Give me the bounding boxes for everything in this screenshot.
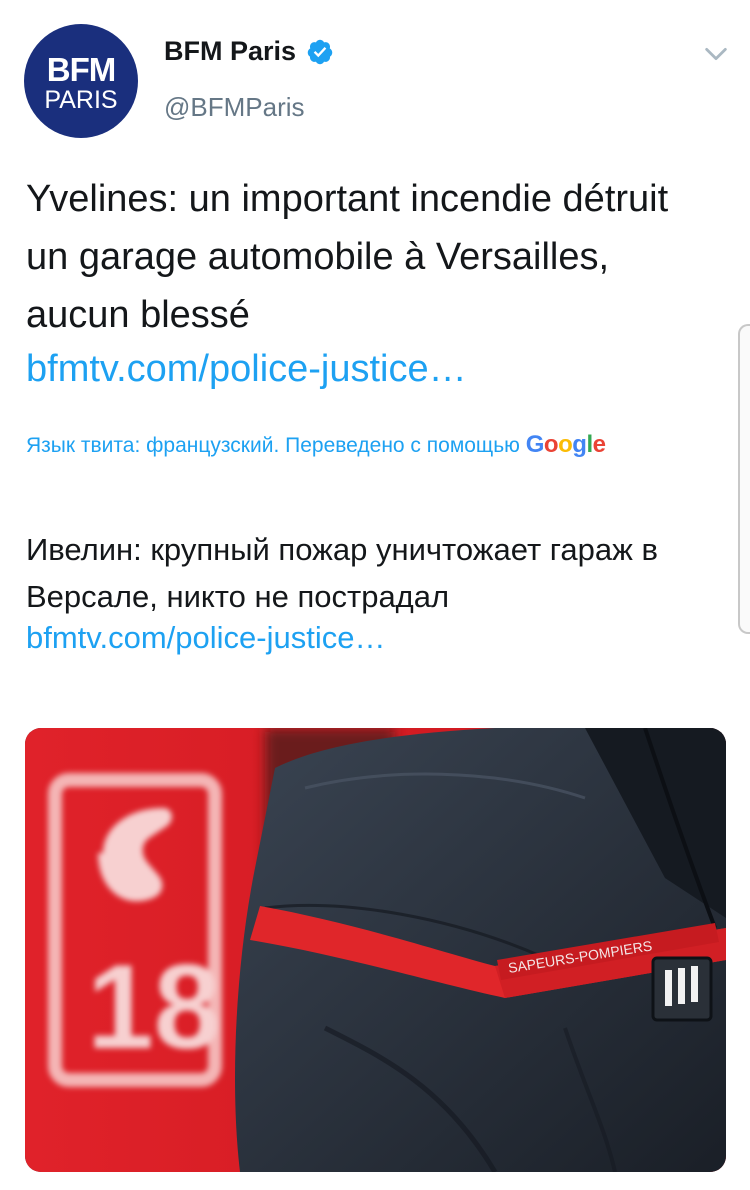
verified-badge-icon [307, 39, 333, 64]
google-logo[interactable]: Google [526, 431, 606, 458]
firefighter-photo: 18 SAPEURS-POMPIERS [25, 728, 726, 1172]
scroll-indicator[interactable] [738, 324, 750, 634]
tweet-media-photo[interactable]: 18 SAPEURS-POMPIERS [25, 728, 726, 1172]
author-name-text: BFM Paris [164, 36, 297, 66]
tweet-card: BFM PARIS BFM Paris @BFMParis Yvelines: … [0, 0, 750, 1190]
translation-attribution: Язык твита: французский. Переведено с по… [26, 424, 666, 467]
translated-tweet-text: Ивелин: крупный пожар уничтожает гараж в… [26, 532, 658, 614]
tweet-link[interactable]: bfmtv.com/police-justice… [26, 344, 467, 394]
rank-patch [651, 956, 713, 1022]
author-handle[interactable]: @BFMParis [164, 92, 305, 123]
avatar-logo-line2: PARIS [44, 86, 118, 114]
avatar[interactable]: BFM PARIS [24, 24, 138, 138]
avatar-logo-line1: BFM [46, 51, 116, 88]
tweet-text: Yvelines: un important incendie détruit … [26, 178, 669, 336]
translation-note-text: Язык твита: французский. Переведено с по… [26, 434, 520, 457]
sign-number: 18 [87, 940, 220, 1074]
translated-tweet-link[interactable]: bfmtv.com/police-justice… [26, 614, 385, 661]
author-display-name[interactable]: BFM Paris [164, 36, 334, 67]
chevron-down-icon[interactable] [702, 40, 730, 68]
